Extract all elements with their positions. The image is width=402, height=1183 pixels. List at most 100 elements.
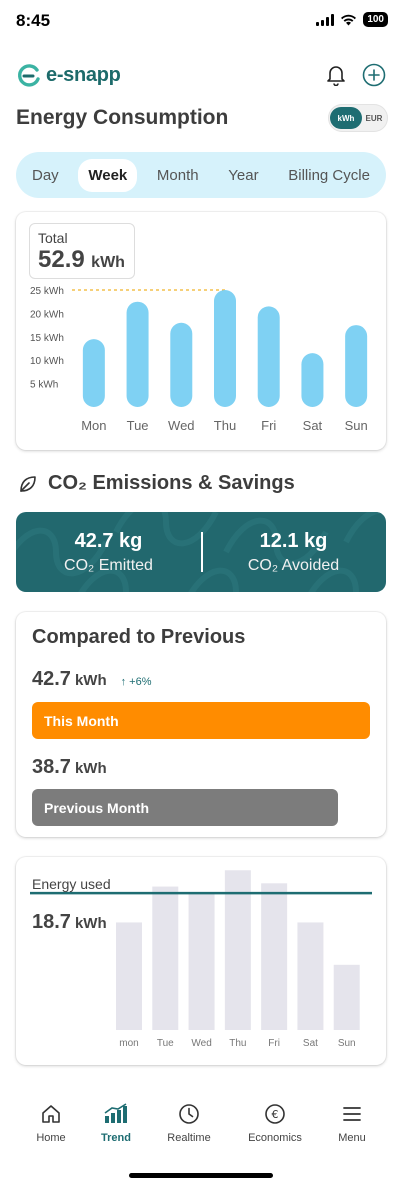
change-indicator: ↑ +6%	[120, 676, 152, 688]
svg-text:€: €	[272, 1108, 279, 1121]
x-tick-label: Sun	[345, 418, 368, 433]
unit-option-eur[interactable]: EUR	[362, 114, 386, 123]
x-tick-label: Fri	[261, 418, 276, 433]
energy-bar-wed[interactable]	[188, 893, 215, 1030]
logo-text: e-snapp	[46, 63, 121, 86]
energy-x-tick-label: mon	[119, 1038, 138, 1049]
y-tick-label: 5 kWh	[30, 380, 58, 391]
co2-avoided: 12.1 kg CO₂ Avoided	[201, 530, 386, 575]
signal-icon	[316, 13, 335, 26]
bar-thu[interactable]	[214, 290, 236, 407]
total-box: Total 52.9 kWh	[29, 223, 135, 279]
energy-x-tick-label: Wed	[191, 1038, 211, 1049]
clock-icon	[179, 1104, 199, 1124]
nav-realtime[interactable]: Realtime	[154, 1102, 224, 1144]
tab-year[interactable]: Year	[218, 159, 268, 192]
x-tick-label: Mon	[81, 418, 106, 433]
compare-title: Compared to Previous	[32, 626, 246, 648]
previous-month-bar: Previous Month	[32, 789, 338, 826]
bar-sat[interactable]	[301, 353, 324, 407]
energy-bar-fri[interactable]	[261, 883, 288, 1030]
previous-period-value: 38.7 kWh	[32, 756, 107, 779]
nav-realtime-label: Realtime	[167, 1132, 211, 1144]
app-logo: e-snapp	[16, 62, 121, 88]
nav-economics[interactable]: € Economics	[240, 1102, 310, 1144]
battery-indicator: 100	[363, 12, 388, 27]
x-tick-label: Wed	[168, 418, 195, 433]
nav-menu-label: Menu	[338, 1132, 366, 1144]
y-tick-label: 25 kWh	[30, 286, 64, 297]
energy-used-unit: kWh	[74, 915, 107, 932]
energy-x-tick-label: Sat	[303, 1038, 318, 1049]
current-value-number: 42.7	[32, 668, 71, 690]
co2-heading-text: CO₂ Emissions & Savings	[48, 472, 295, 494]
co2-emitted: 42.7 kg CO₂ Emitted	[16, 530, 201, 575]
bar-sun[interactable]	[345, 325, 368, 407]
nav-home[interactable]: Home	[16, 1102, 86, 1144]
total-label: Total	[38, 230, 68, 246]
leaf-icon	[20, 475, 36, 492]
y-tick-label: 20 kWh	[30, 309, 64, 320]
home-icon	[42, 1105, 60, 1123]
co2-emitted-value: 42.7 kg	[74, 529, 143, 552]
energy-used-label: Energy used	[32, 876, 111, 892]
period-tabs: Day Week Month Year Billing Cycle	[16, 152, 386, 198]
bar-fri[interactable]	[257, 306, 280, 407]
unit-option-kwh[interactable]: kWh	[330, 107, 362, 129]
this-month-bar: This Month	[32, 702, 370, 739]
energy-bar-sat[interactable]	[297, 922, 324, 1030]
co2-emitted-label: CO₂ Emitted	[64, 556, 153, 574]
tab-billing-cycle[interactable]: Billing Cycle	[278, 159, 380, 192]
trend-icon	[104, 1103, 127, 1123]
page-title-row: Energy Consumption kWh EUR	[16, 102, 388, 134]
euro-icon: €	[265, 1104, 285, 1124]
current-value-unit: kWh	[74, 672, 107, 689]
tab-day[interactable]: Day	[22, 159, 69, 192]
energy-x-tick-label: Tue	[157, 1038, 174, 1049]
status-time: 8:45	[16, 11, 51, 30]
bar-tue[interactable]	[126, 301, 149, 407]
co2-heading: CO₂ Emissions & Savings	[18, 472, 295, 495]
energy-bar-sun[interactable]	[333, 964, 360, 1030]
compare-card: Compared to Previous 42.7 kWh ↑ +6% This…	[16, 612, 386, 837]
app-header: e-snapp	[16, 60, 386, 90]
tab-week[interactable]: Week	[78, 158, 138, 192]
nav-trend[interactable]: Trend	[81, 1102, 151, 1144]
total-value: 52.9	[38, 246, 85, 273]
status-icons: 100	[316, 12, 388, 27]
x-tick-label: Thu	[214, 418, 236, 433]
tab-month[interactable]: Month	[147, 159, 209, 192]
energy-used-value: 18.7 kWh	[32, 911, 107, 934]
bar-wed[interactable]	[170, 322, 193, 407]
add-device-icon[interactable]	[362, 63, 386, 87]
nav-economics-label: Economics	[248, 1132, 302, 1144]
menu-icon	[343, 1107, 361, 1121]
nav-menu[interactable]: Menu	[317, 1102, 387, 1144]
co2-avoided-value: 12.1 kg	[259, 529, 328, 552]
y-tick-label: 10 kWh	[30, 356, 64, 367]
previous-value-unit: kWh	[74, 760, 107, 777]
wifi-icon	[341, 14, 357, 25]
x-tick-label: Tue	[127, 418, 149, 433]
energy-used-number: 18.7	[32, 911, 71, 933]
energy-x-tick-label: Sun	[338, 1038, 356, 1049]
status-bar: 8:45 100	[0, 0, 402, 44]
notification-bell-icon[interactable]	[324, 63, 348, 87]
nav-trend-label: Trend	[101, 1132, 131, 1144]
co2-avoided-label: CO₂ Avoided	[247, 556, 340, 574]
current-period-value: 42.7 kWh ↑ +6%	[32, 668, 152, 691]
logo-icon	[18, 64, 40, 87]
energy-used-card: mon Tue Wed Thu Fri Sat Sun Energy used 18.7 k…	[16, 857, 386, 1065]
y-tick-label: 15 kWh	[30, 333, 64, 344]
bottom-nav: Home Trend Realtime € Economics Menu	[0, 1090, 402, 1150]
unit-toggle[interactable]: kWh EUR	[328, 104, 388, 132]
energy-bar-mon[interactable]	[116, 922, 142, 1030]
x-tick-label: Sat	[303, 418, 323, 433]
energy-bar-tue[interactable]	[152, 886, 179, 1030]
bar-mon[interactable]	[82, 339, 105, 407]
total-unit: kWh	[91, 254, 125, 271]
energy-x-tick-label: Fri	[268, 1038, 280, 1049]
weekly-consumption-card: 25 kWh 20 kWh 15 kWh 10 kWh 5 kWh Mon Tue Wed Th…	[16, 212, 386, 450]
page-title: Energy Consumption	[16, 106, 229, 129]
energy-x-tick-label: Thu	[229, 1038, 246, 1049]
